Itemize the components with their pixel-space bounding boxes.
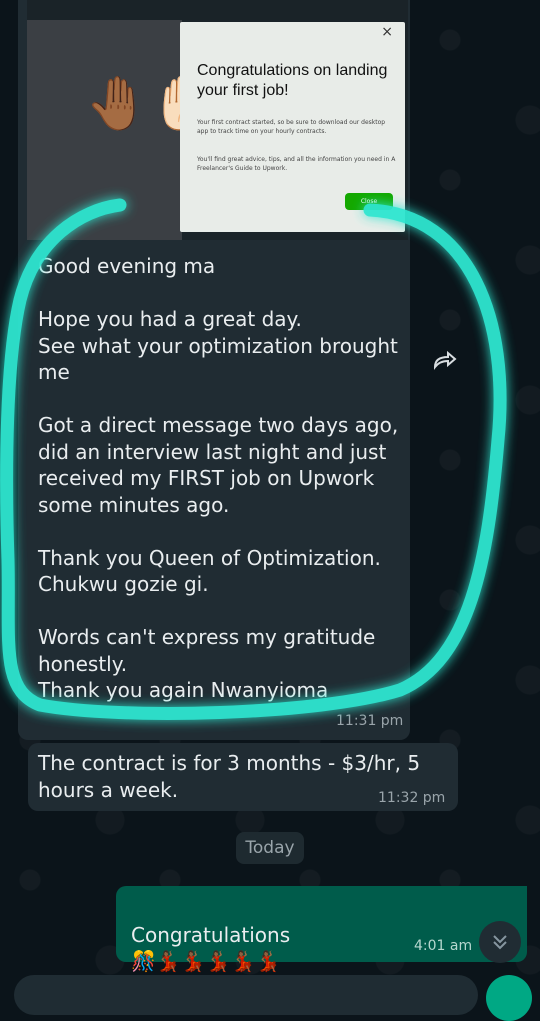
upwork-congrats-dialog: × Congratulations on landing your first … xyxy=(180,22,405,232)
mic-button[interactable] xyxy=(486,975,532,1021)
dancing-emojis: 🎊💃🏾💃🏾💃🏾💃🏾💃🏾 xyxy=(131,949,281,973)
outgoing-message-content: Congratulations 🎊💃🏾💃🏾💃🏾💃🏾💃🏾 xyxy=(131,895,516,975)
dialog-paragraph-1: Your first contract started, so be sure … xyxy=(197,119,386,135)
dialog-title: Congratulations on landing your first jo… xyxy=(197,62,388,99)
message-text: Good evening ma Hope you had a great day… xyxy=(38,254,399,702)
message-timestamp: 11:31 pm xyxy=(336,713,404,729)
message-input-bar[interactable] xyxy=(14,975,478,1015)
close-icon: × xyxy=(381,24,393,40)
message-timestamp: 4:01 am xyxy=(414,938,473,954)
dialog-close-button: Close xyxy=(345,193,393,210)
dialog-paragraph-2: You'll find great advice, tips, and all … xyxy=(197,156,396,172)
message-text: Congratulations xyxy=(131,922,291,947)
date-divider: Today xyxy=(236,832,304,864)
message-timestamp: 11:32 pm xyxy=(378,790,446,806)
scroll-to-bottom-button[interactable] xyxy=(479,921,521,963)
forward-icon[interactable] xyxy=(432,350,458,370)
screenshot-image[interactable]: 🤚🏾✋🏻 × Congratulations on landing your f… xyxy=(27,0,408,240)
double-chevron-down-icon xyxy=(493,935,507,950)
